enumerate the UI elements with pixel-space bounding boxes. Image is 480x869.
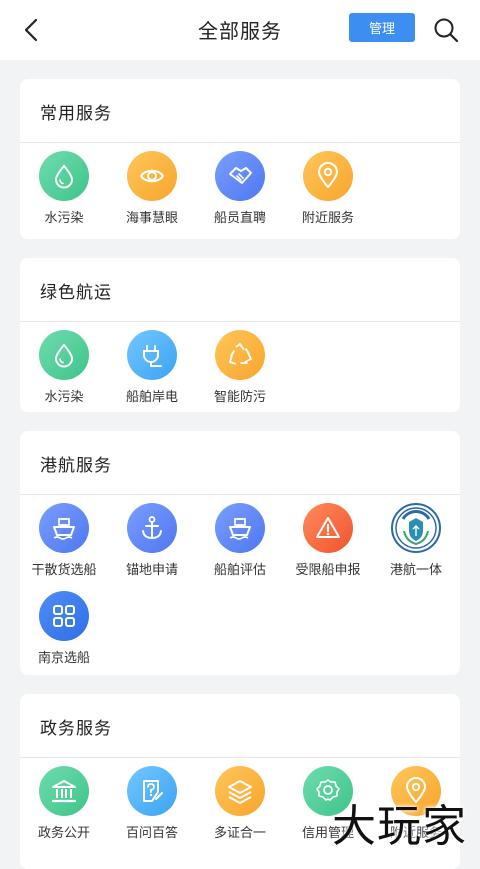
location-pin-icon (303, 151, 353, 201)
ship-icon (215, 503, 265, 553)
service-item-shore-power[interactable]: 船舶岸电 (108, 322, 196, 408)
ship-icon (39, 503, 89, 553)
section-title: 常用服务 (40, 104, 112, 124)
section-card-green-shipping: 绿色航运 水污染 船舶岸电 智能防污 (20, 258, 460, 412)
service-item-label: 船员直聘 (213, 211, 266, 226)
section-title: 港航服务 (40, 456, 112, 476)
eye-icon (127, 151, 177, 201)
service-item-nearby-services[interactable]: 附近服务 (284, 143, 372, 229)
water-drop-icon (39, 151, 89, 201)
service-item-label: 水污染 (44, 390, 84, 405)
warning-icon (303, 503, 353, 553)
top-bar: 全部服务 管理 (0, 0, 480, 60)
grid-apps-icon (39, 591, 89, 641)
service-item-multi-certificate[interactable]: 多证合一 (196, 758, 284, 844)
service-item-smart-antipollution[interactable]: 智能防污 (196, 322, 284, 408)
service-item-label: 船舶岸电 (125, 390, 178, 405)
service-item-water-pollution[interactable]: 水污染 (20, 322, 108, 408)
service-item-maritime-eye[interactable]: 海事慧眼 (108, 143, 196, 229)
service-item-ship-assessment[interactable]: 船舶评估 (196, 495, 284, 581)
service-item-label: 海事慧眼 (125, 211, 178, 226)
section-title: 绿色航运 (40, 283, 112, 303)
service-item-water-pollution[interactable]: 水污染 (20, 143, 108, 229)
service-item-label: 船舶评估 (213, 563, 266, 578)
emblem-icon (391, 503, 441, 553)
power-plug-icon (127, 330, 177, 380)
service-item-crew-hiring[interactable]: 船员直聘 (196, 143, 284, 229)
anchor-icon (127, 503, 177, 553)
service-item-label: 多证合一 (213, 826, 266, 841)
section-card-common-services: 常用服务 水污染 海事慧眼 船员直聘 附近服务 (20, 79, 460, 239)
watermark-text: 大玩家 (332, 801, 467, 852)
section-title: 政务服务 (40, 719, 112, 739)
service-item-label: 干散货选船 (31, 563, 97, 578)
layers-icon (215, 766, 265, 816)
section-card-port-shipping-services: 港航服务 干散货选船 锚地申请 船舶评估 受限船申报 港航一体 南京选船 (20, 431, 460, 675)
service-item-label: 受限船申报 (295, 563, 361, 578)
service-item-port-shipping-integration[interactable]: 港航一体 (372, 495, 460, 581)
service-item-anchorage-application[interactable]: 锚地申请 (108, 495, 196, 581)
handshake-icon (215, 151, 265, 201)
question-document-icon (127, 766, 177, 816)
service-item-label: 港航一体 (389, 563, 442, 578)
service-item-restricted-ship-declaration[interactable]: 受限船申报 (284, 495, 372, 581)
service-item-label: 南京选船 (37, 651, 90, 666)
search-icon[interactable] (432, 16, 460, 44)
service-item-faq[interactable]: 百问百答 (108, 758, 196, 844)
service-item-label: 锚地申请 (125, 563, 178, 578)
water-drop-icon (39, 330, 89, 380)
service-item-government-disclosure[interactable]: 政务公开 (20, 758, 108, 844)
government-building-icon (39, 766, 89, 816)
recycle-icon (215, 330, 265, 380)
manage-button[interactable]: 管理 (349, 13, 415, 42)
service-item-label: 智能防污 (213, 390, 266, 405)
service-item-label: 政务公开 (37, 826, 90, 841)
service-item-nanjing-ship-selection[interactable]: 南京选船 (20, 583, 108, 669)
service-item-bulk-carrier-selection[interactable]: 干散货选船 (20, 495, 108, 581)
service-item-label: 百问百答 (125, 826, 178, 841)
service-item-label: 水污染 (44, 211, 84, 226)
service-item-label: 附近服务 (301, 211, 354, 226)
